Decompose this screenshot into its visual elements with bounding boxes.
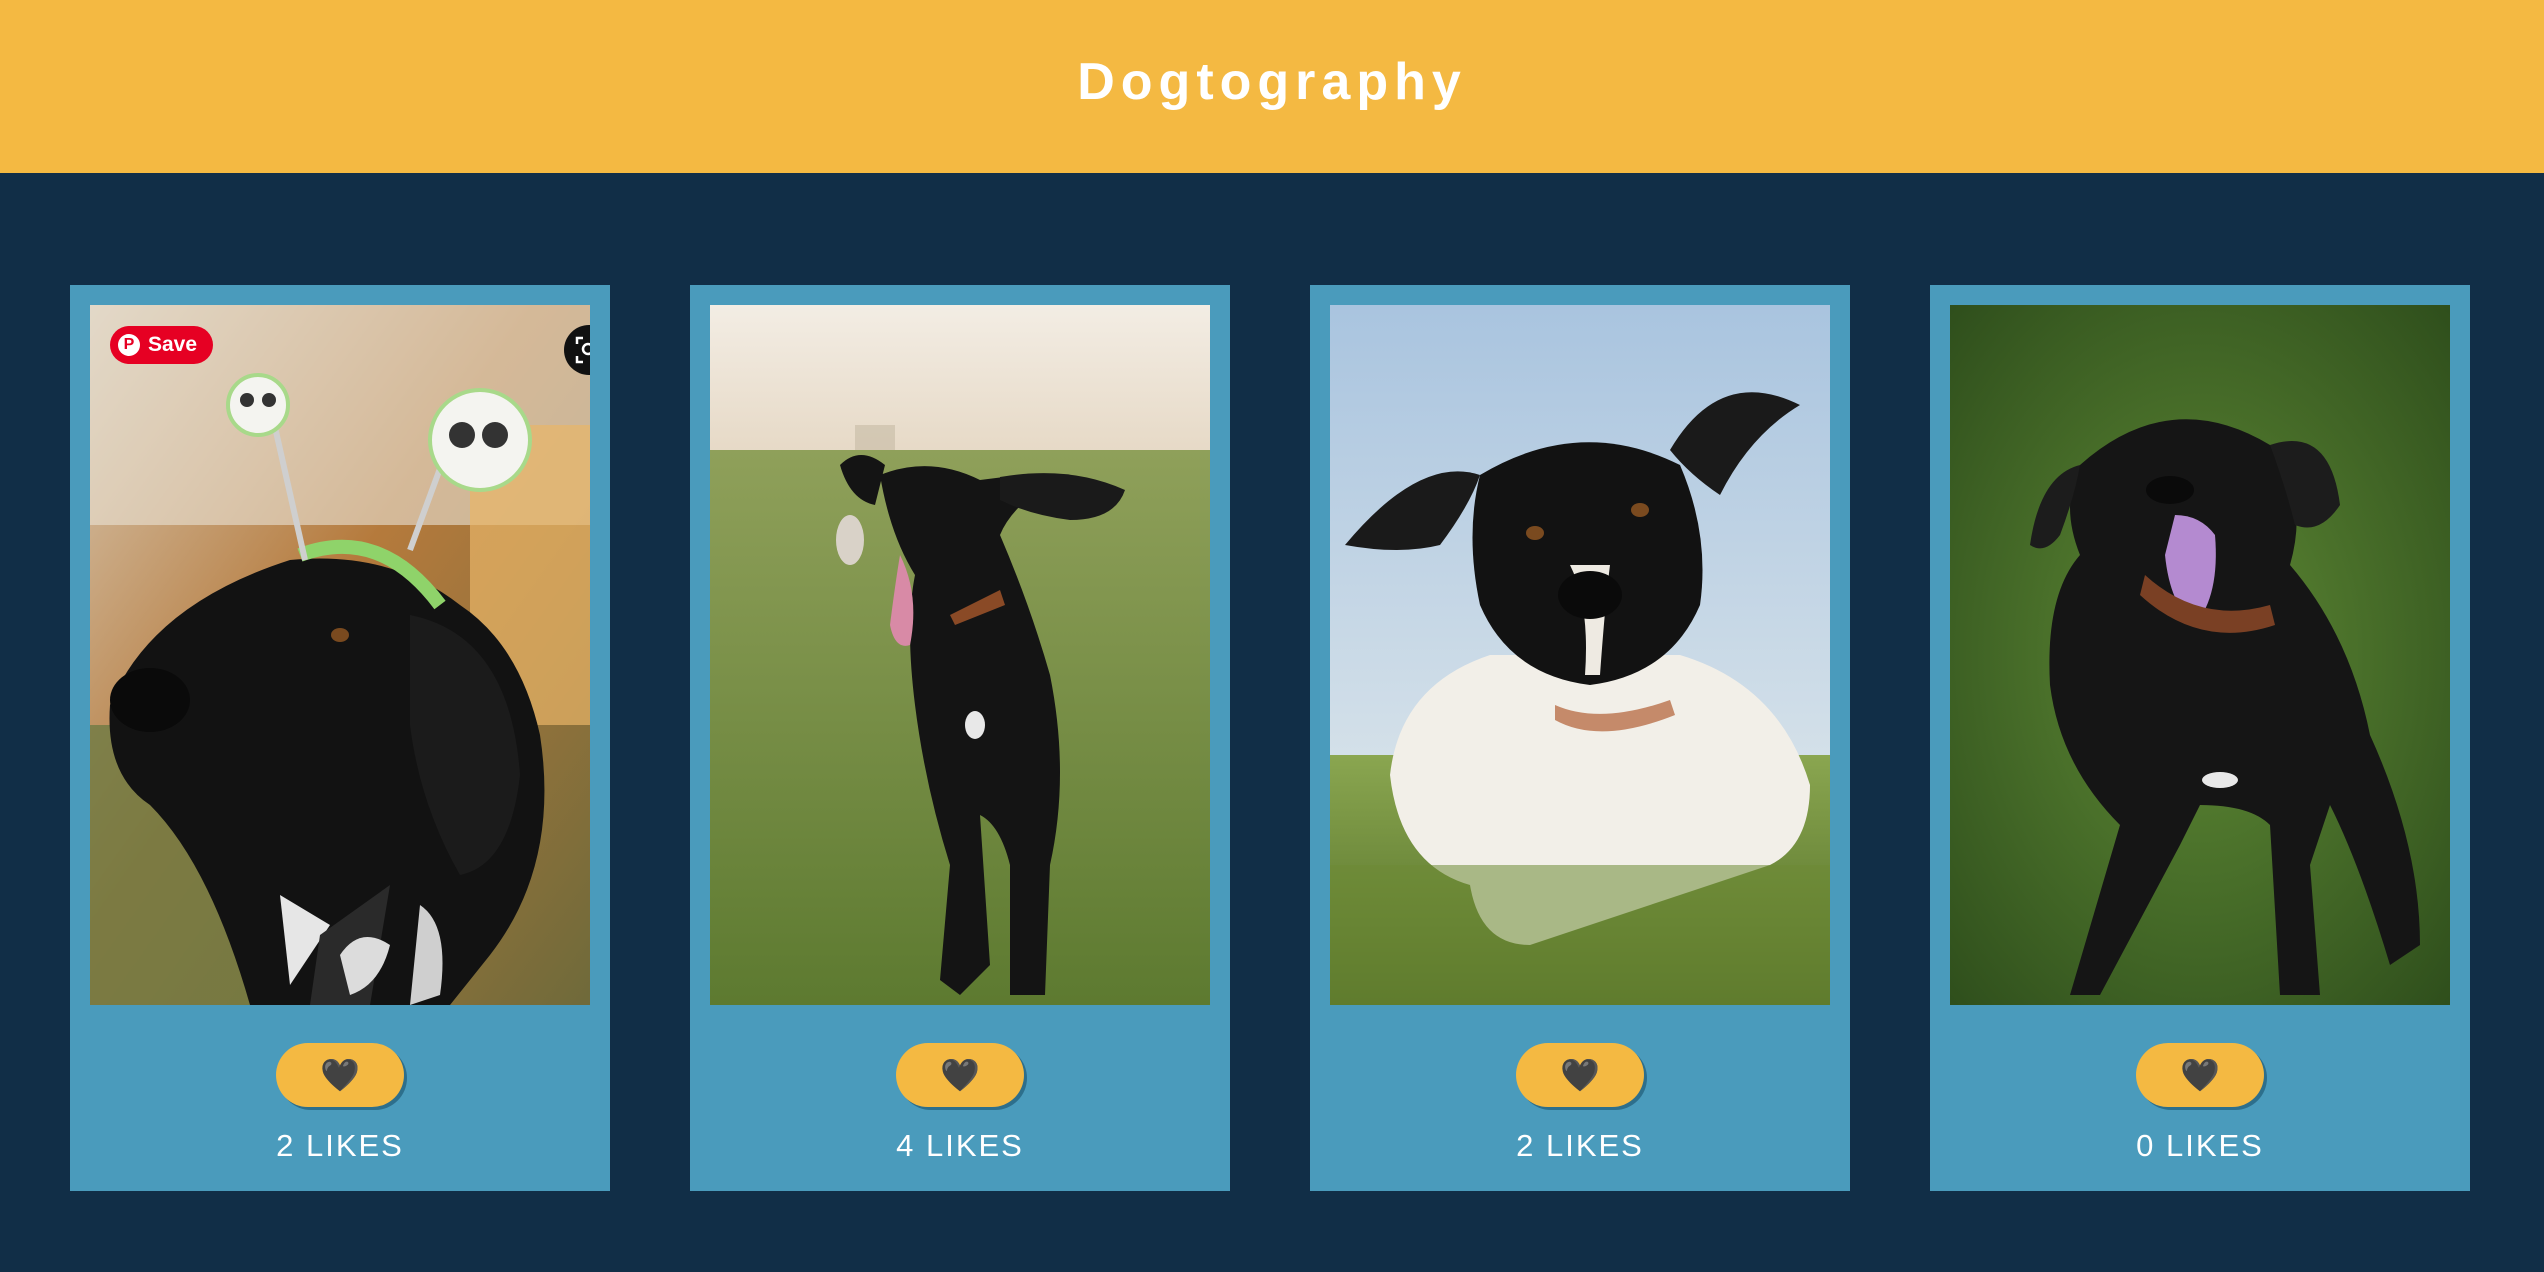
- dog-photo[interactable]: [710, 305, 1210, 1005]
- likes-count: 4 LIKES: [896, 1128, 1024, 1163]
- heart-icon: 🖤: [320, 1057, 360, 1093]
- likes-count: 0 LIKES: [2136, 1128, 2264, 1163]
- dog-photo[interactable]: [1330, 305, 1830, 1005]
- like-button[interactable]: 🖤: [2136, 1043, 2264, 1107]
- dog-photo[interactable]: [1950, 305, 2450, 1005]
- pinterest-save-label: Save: [148, 333, 198, 356]
- site-header: Dogtography: [0, 0, 2544, 173]
- pinterest-save-button[interactable]: P Save: [110, 326, 214, 364]
- pinterest-icon: P: [118, 334, 140, 356]
- dog-card: 🖤 2 LIKES: [1310, 285, 1850, 1191]
- like-button[interactable]: 🖤: [1516, 1043, 1644, 1107]
- like-button[interactable]: 🖤: [896, 1043, 1024, 1107]
- likes-count: 2 LIKES: [1516, 1128, 1644, 1163]
- dog-card: P Save 🖤 2 LIKES: [70, 285, 610, 1191]
- heart-icon: 🖤: [2180, 1057, 2220, 1093]
- heart-icon: 🖤: [940, 1057, 980, 1093]
- heart-icon: 🖤: [1560, 1057, 1600, 1093]
- dog-card: 🖤 4 LIKES: [690, 285, 1230, 1191]
- likes-count: 2 LIKES: [276, 1128, 404, 1163]
- site-title: Dogtography: [1077, 52, 1467, 111]
- dog-photo[interactable]: P Save: [90, 305, 590, 1005]
- like-button[interactable]: 🖤: [276, 1043, 404, 1107]
- dog-card: 🖤 0 LIKES: [1930, 285, 2470, 1191]
